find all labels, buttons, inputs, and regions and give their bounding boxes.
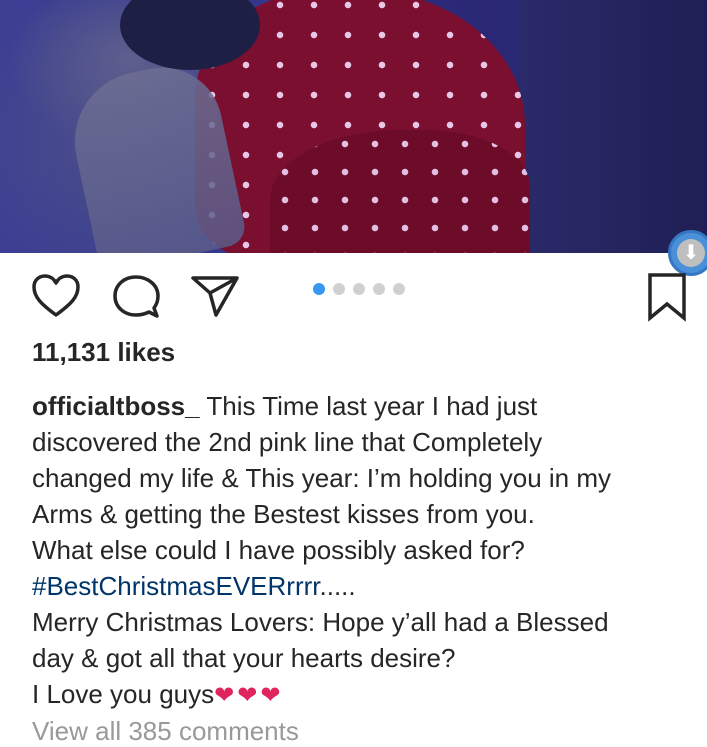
carousel-indicator <box>313 283 405 295</box>
carousel-dot <box>373 283 385 295</box>
download-icon: ⬇ <box>677 239 705 267</box>
post-caption: officialtboss_ This Time last year I had… <box>32 388 682 714</box>
caption-hashtag[interactable]: #BestChristmasEVERrrrr <box>32 571 320 601</box>
caption-line: What else could I have possibly asked fo… <box>32 535 525 565</box>
caption-line: Arms & getting the Bestest kisses from y… <box>32 499 535 529</box>
comment-icon[interactable] <box>112 274 160 320</box>
likes-count[interactable]: 11,131 likes <box>32 337 175 368</box>
heart-icon[interactable] <box>31 273 81 319</box>
share-icon[interactable] <box>190 273 240 319</box>
carousel-dot-active <box>313 283 325 295</box>
carousel-dot <box>393 283 405 295</box>
post-photo[interactable] <box>0 0 707 253</box>
heart-emoji-icon: ❤❤❤ <box>214 682 284 709</box>
carousel-dot <box>353 283 365 295</box>
caption-username[interactable]: officialtboss_ <box>32 391 200 421</box>
caption-line: discovered the 2nd pink line that Comple… <box>32 427 543 457</box>
bookmark-icon[interactable] <box>646 272 688 322</box>
caption-line: This Time last year I had just <box>206 391 538 421</box>
caption-closing: I Love you guys <box>32 679 215 709</box>
photo-background <box>520 0 707 253</box>
download-button[interactable]: ⬇ <box>668 230 707 276</box>
carousel-dot <box>333 283 345 295</box>
caption-line: day & got all that your hearts desire? <box>32 643 456 673</box>
caption-hashtag-suffix: ..... <box>319 571 356 601</box>
caption-line: Merry Christmas Lovers: Hope y’all had a… <box>32 607 609 637</box>
caption-line: changed my life & This year: I’m holding… <box>32 463 612 493</box>
view-all-comments-link[interactable]: View all 385 comments <box>32 716 299 747</box>
